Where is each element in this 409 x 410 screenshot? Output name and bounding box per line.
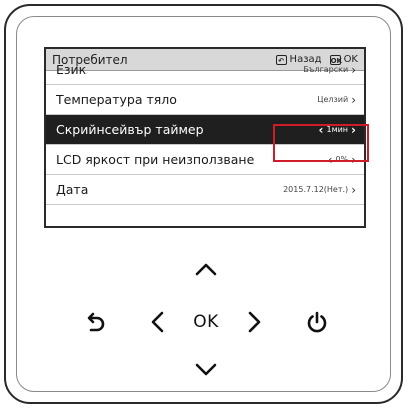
- left-arrow-icon[interactable]: [145, 307, 169, 337]
- menu-item-label: Температура тяло: [56, 92, 177, 107]
- menu-item-body-temperature[interactable]: Температура тяло Целзий ›: [46, 85, 364, 115]
- menu-item-label: Език: [56, 62, 87, 77]
- down-arrow-icon[interactable]: [191, 358, 221, 382]
- ok-button[interactable]: OK: [186, 308, 226, 336]
- menu-item-value: 2015.7.12(Нет.) ›: [283, 182, 356, 197]
- menu-item-label: Дата: [56, 182, 89, 197]
- ok-button-label: OK: [193, 312, 219, 332]
- right-arrow-icon[interactable]: [243, 307, 267, 337]
- menu-item-date[interactable]: Дата 2015.7.12(Нет.) ›: [46, 175, 364, 205]
- up-arrow-icon[interactable]: [191, 257, 221, 281]
- menu-item-language[interactable]: Език Български ›: [46, 55, 364, 85]
- menu-item-value: Целзий ›: [317, 92, 356, 107]
- back-arrow-icon[interactable]: [80, 307, 110, 337]
- highlight-annotation: [273, 124, 369, 162]
- menu-item-value: Български ›: [303, 62, 356, 77]
- power-icon[interactable]: [302, 307, 332, 337]
